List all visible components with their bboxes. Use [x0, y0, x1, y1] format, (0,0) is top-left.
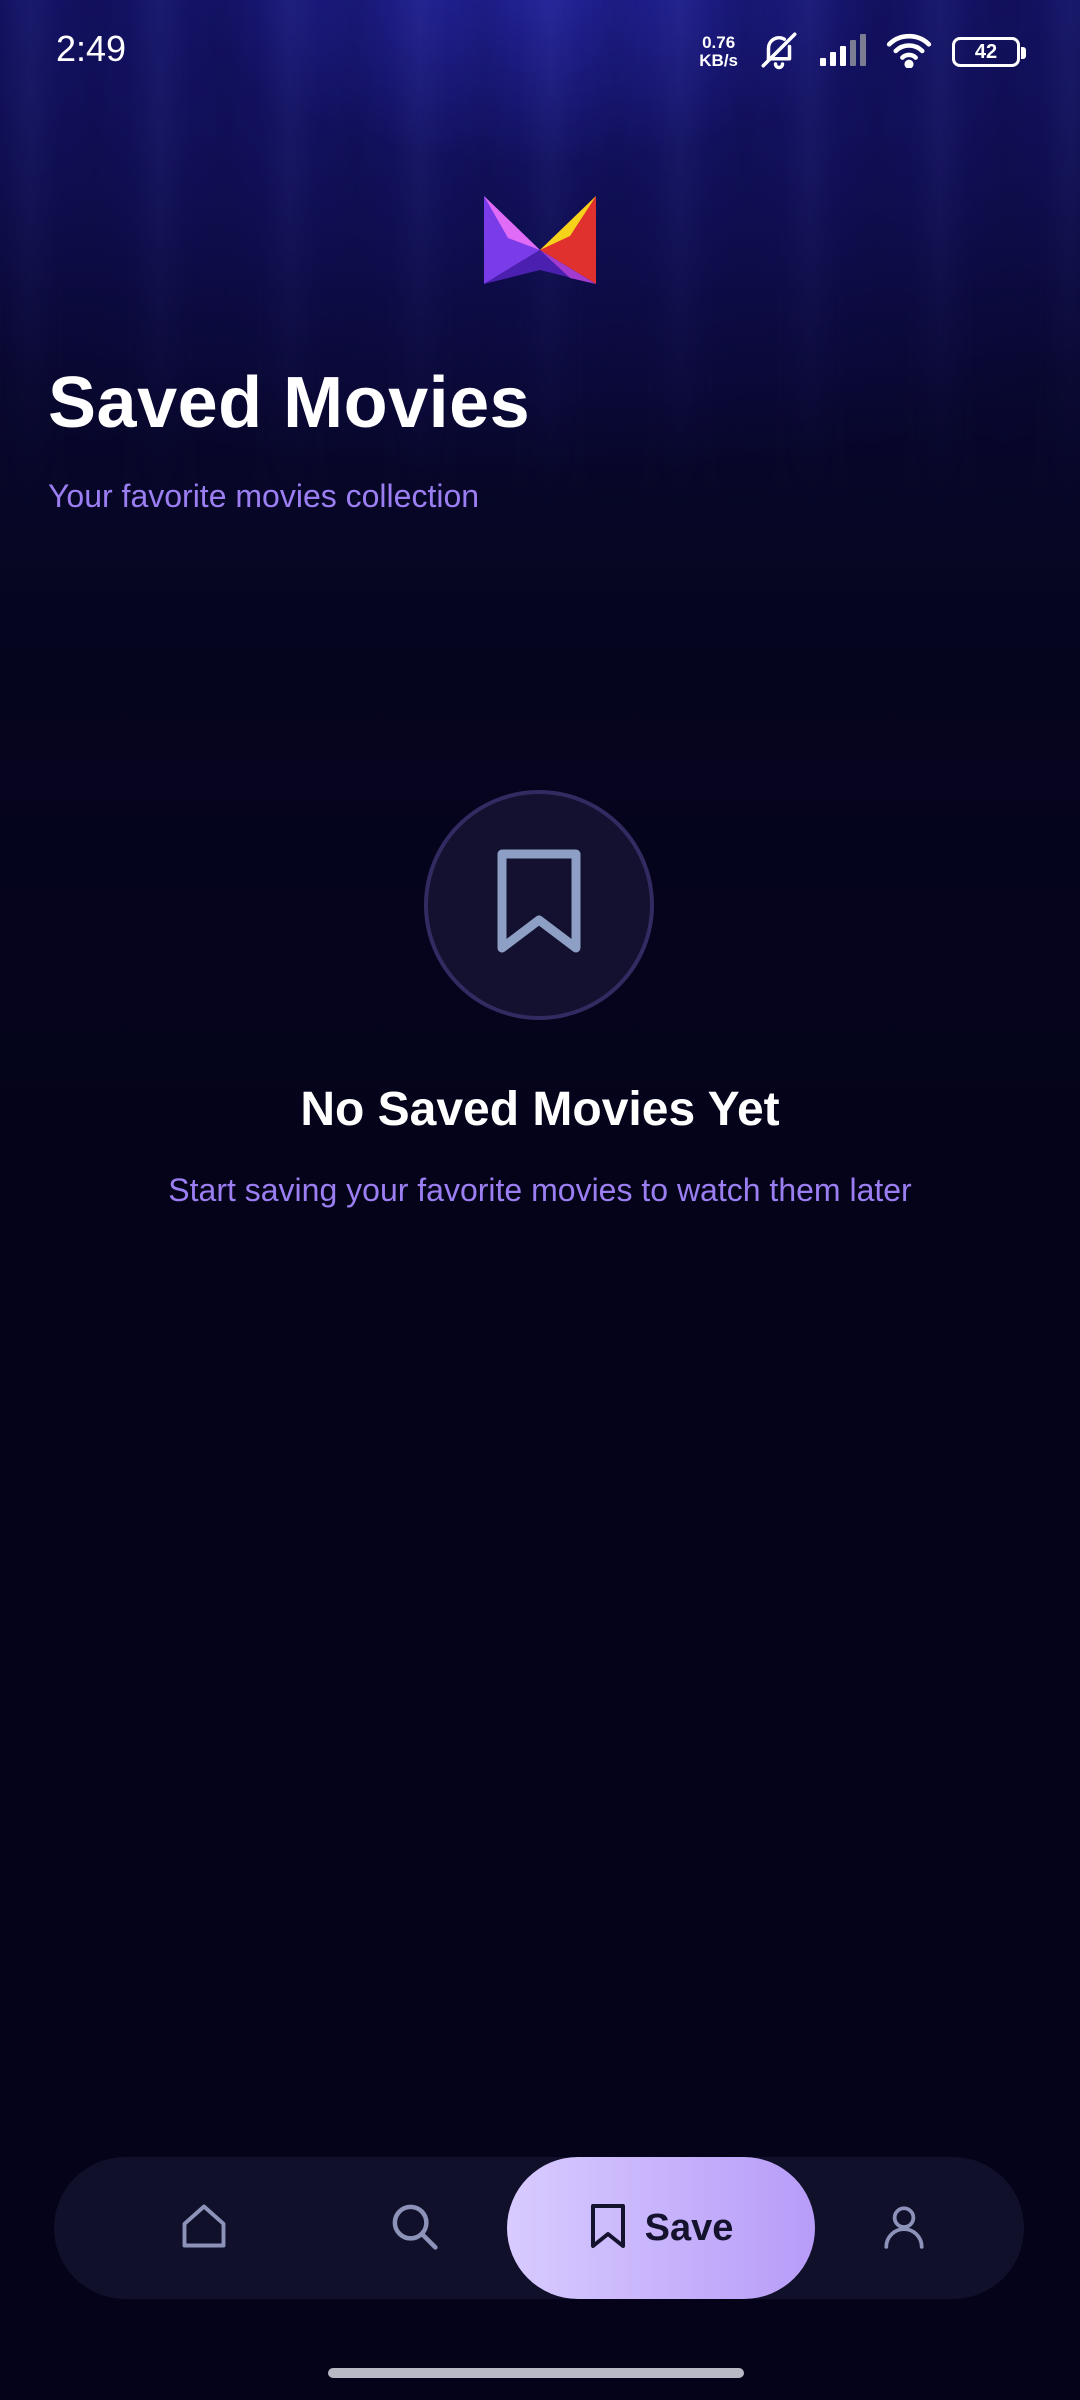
page-title: Saved Movies: [48, 363, 531, 443]
empty-state-title: No Saved Movies Yet: [300, 1083, 780, 1136]
bottom-navigation: Save: [54, 2157, 1024, 2299]
nav-search-button[interactable]: [354, 2157, 474, 2299]
empty-state-icon-circle: [424, 790, 654, 1020]
home-icon: [178, 2200, 230, 2257]
signal-icon: [820, 33, 866, 71]
wifi-icon: [886, 32, 932, 73]
battery-icon: 42: [952, 37, 1026, 67]
page-subtitle: Your favorite movies collection: [48, 478, 480, 514]
home-indicator[interactable]: [328, 2368, 744, 2378]
profile-icon: [879, 2200, 929, 2257]
nav-save-label: Save: [644, 2206, 734, 2249]
saved-movies-screen: 2:49 0.76 KB/s 42 Saved Movies Your favo…: [0, 0, 1080, 2400]
bookmark-icon: [589, 2203, 627, 2254]
search-icon: [387, 2199, 441, 2258]
mute-icon: [758, 29, 800, 76]
empty-state-description: Start saving your favorite movies to wat…: [168, 1172, 912, 1208]
battery-level: 42: [974, 40, 998, 63]
network-speed: 0.76 KB/s: [699, 34, 738, 70]
status-time: 2:49: [56, 28, 127, 69]
status-icons: 0.76 KB/s 42: [699, 29, 1026, 76]
nav-home-button[interactable]: [144, 2157, 264, 2299]
nav-save-button[interactable]: Save: [507, 2157, 815, 2299]
nav-profile-button[interactable]: [844, 2157, 964, 2299]
network-speed-unit: KB/s: [699, 51, 738, 70]
app-logo: [478, 188, 602, 292]
bookmark-icon: [494, 848, 584, 963]
network-speed-value: 0.76: [702, 33, 736, 52]
status-bar: 2:49 0.76 KB/s 42: [0, 0, 1080, 100]
